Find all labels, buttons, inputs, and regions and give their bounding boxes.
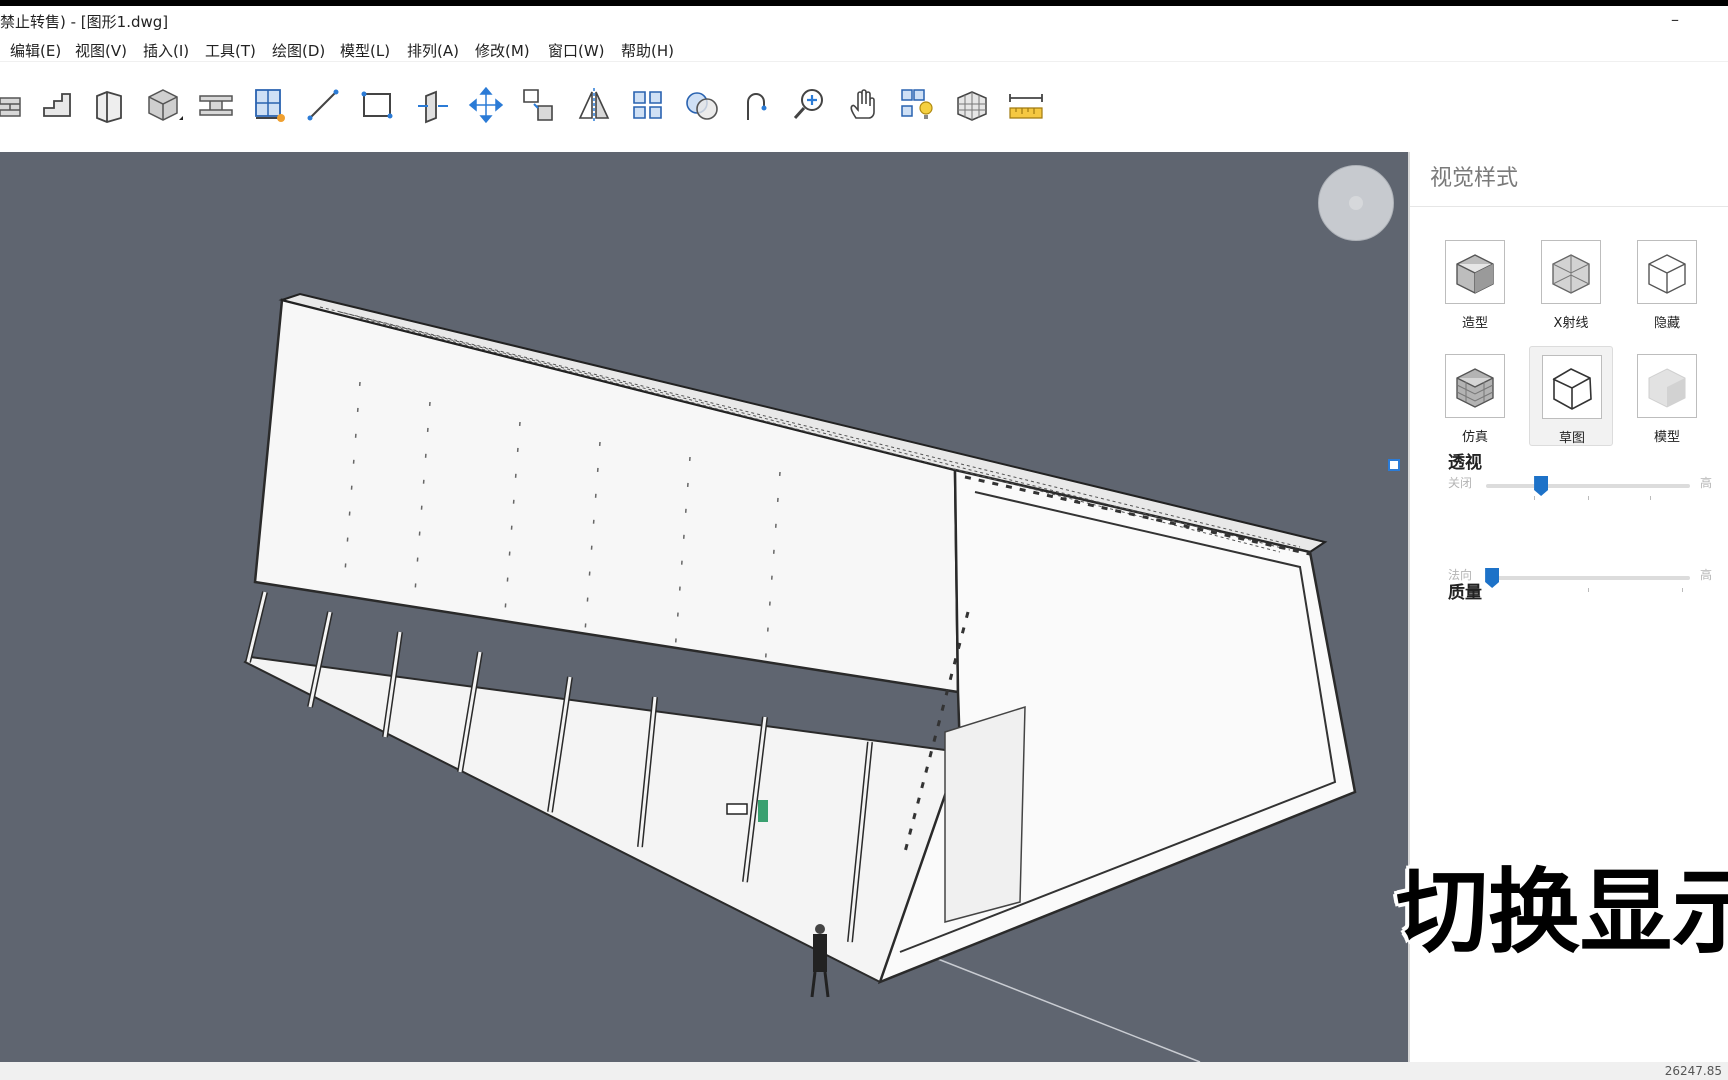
style-model[interactable]: 模型 [1625,346,1709,446]
menu-view[interactable]: 视图(V) [75,40,127,61]
arc-tool-icon[interactable] [736,84,776,126]
panel-divider [1410,206,1728,207]
style-label: 造型 [1461,316,1488,331]
line-tool-icon[interactable] [304,84,344,126]
overlay-caption: 切换显示 [1396,859,1728,966]
rectangle-tool-icon[interactable] [358,84,398,126]
style-label: X射线 [1553,316,1589,331]
perspective-slider-thumb[interactable] [1534,476,1549,496]
perspective-high-label: 高 [1700,476,1713,490]
beam-tool-icon[interactable] [196,84,236,126]
slider-tick [1588,496,1589,500]
menu-modify[interactable]: 修改(M) [475,40,530,61]
menu-window[interactable]: 窗口(W) [548,40,605,61]
slider-tick [1650,496,1651,500]
sketch-cube-icon [1552,368,1592,410]
coordinate-readout: 26247.85 [1664,1064,1722,1078]
wall-tool-icon[interactable] [0,84,26,126]
window-tool-icon[interactable] [250,84,290,126]
copy-tool-icon[interactable] [520,84,560,126]
menu-bar: 编辑(E) 视图(V) 插入(I) 工具(T) 绘图(D) 模型(L) 排列(A… [0,36,1728,62]
status-bar: 26247.85 [0,1062,1728,1080]
light-tool-icon[interactable] [898,84,938,126]
stair-tool-icon[interactable] [36,84,76,126]
style-label: 模型 [1653,430,1680,445]
building-model [243,292,1357,1062]
column-tool-icon[interactable] [89,84,129,126]
perspective-heading: 透视 [1448,453,1482,473]
style-label: 仿真 [1461,430,1488,445]
quality-low-label: 法向 [1448,568,1473,582]
menu-help[interactable]: 帮助(H) [621,40,674,61]
title-bar: 禁止转售) - [图形1.dwg] – [0,6,1728,36]
realistic-cube-icon [1456,368,1494,408]
menu-edit[interactable]: 编辑(E) [10,40,61,61]
3d-viewport[interactable] [0,152,1408,1062]
perspective-low-label: 关闭 [1448,476,1473,490]
person-figure [810,924,830,998]
menu-arrange[interactable]: 排列(A) [407,40,459,61]
boolean-tool-icon[interactable] [682,84,722,126]
pan-tool-icon[interactable] [844,84,884,126]
measure-tool-icon[interactable] [1006,84,1046,126]
slider-tick [1588,588,1589,592]
xray-cube-icon [1552,254,1590,294]
style-realistic[interactable]: 仿真 [1433,346,1517,446]
slider-tick [1682,588,1683,592]
toolbar [0,62,1728,152]
window-title: 禁止转售) - [图形1.dwg] [0,13,169,31]
move-tool-icon[interactable] [466,84,506,126]
style-hidden[interactable]: 隐藏 [1625,232,1709,332]
mirror-tool-icon[interactable] [574,84,614,126]
hidden-cube-icon [1648,254,1686,294]
style-shaded[interactable]: 造型 [1433,232,1517,332]
model-cube-icon [1648,368,1686,408]
hatch-tool-icon[interactable] [952,84,992,126]
ucs-axis-icon [1388,459,1400,471]
menu-tools[interactable]: 工具(T) [205,40,256,61]
minimize-button[interactable]: – [1660,6,1690,36]
quality-slider[interactable] [1486,576,1690,580]
extrude-tool-icon[interactable] [412,84,452,126]
slider-tick [1534,496,1535,500]
style-label: 草图 [1558,431,1585,446]
quality-high-label: 高 [1700,568,1713,582]
box-tool-icon[interactable] [143,84,183,126]
navigation-wheel[interactable] [1318,165,1394,241]
style-label: 隐藏 [1653,316,1680,331]
menu-model[interactable]: 模型(L) [340,40,390,61]
perspective-slider[interactable] [1486,484,1690,488]
style-sketch[interactable]: 草图 [1529,346,1613,446]
menu-insert[interactable]: 插入(I) [143,40,189,61]
menu-draw[interactable]: 绘图(D) [272,40,325,61]
array-tool-icon[interactable] [628,84,668,126]
shaded-cube-icon [1456,254,1494,294]
panel-title: 视觉样式 [1430,166,1519,191]
quality-slider-thumb[interactable] [1485,568,1500,588]
style-xray[interactable]: X射线 [1529,232,1613,332]
zoom-tool-icon[interactable] [790,84,830,126]
